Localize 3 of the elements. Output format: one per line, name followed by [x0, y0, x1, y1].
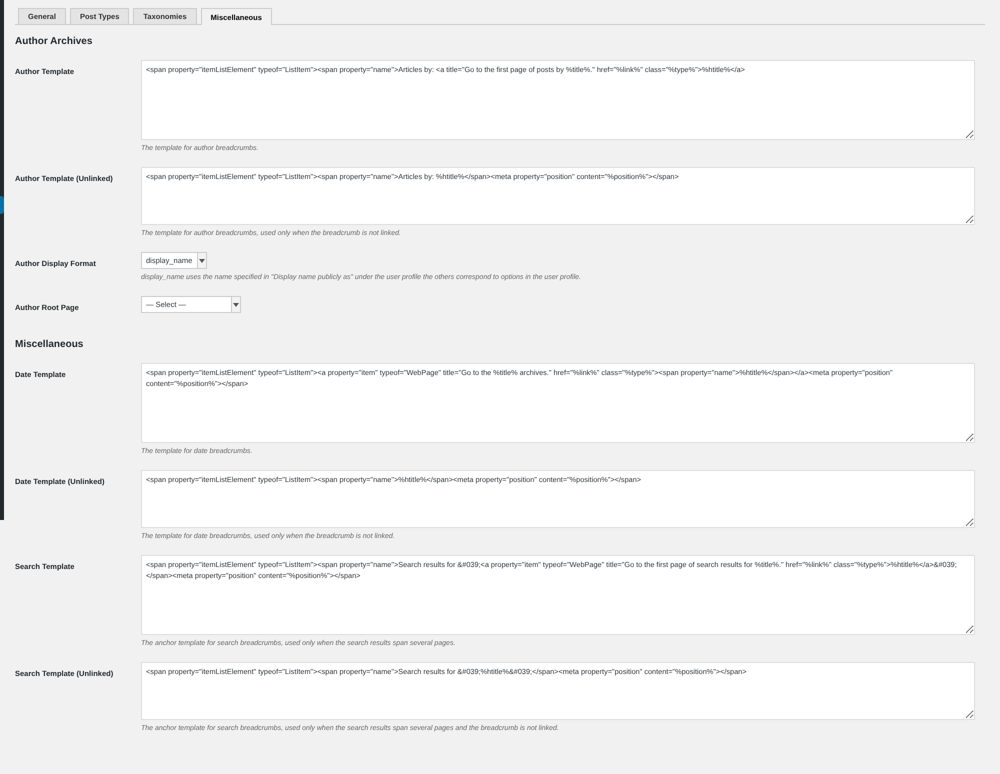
menu-indicator: [0, 196, 4, 214]
section-heading: Miscellaneous: [15, 339, 84, 350]
section-heading: Author Archives: [15, 36, 94, 47]
